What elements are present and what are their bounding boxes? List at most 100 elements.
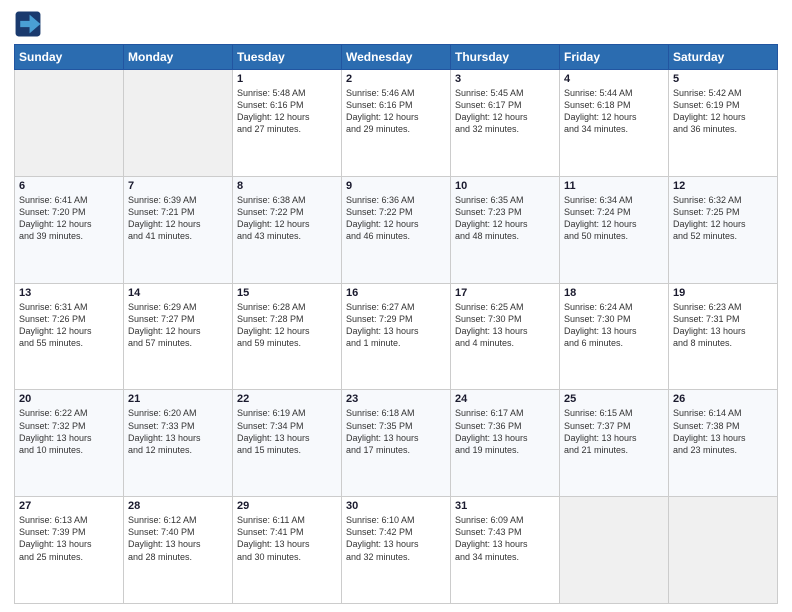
calendar-cell: 2 Sunrise: 5:46 AM Sunset: 6:16 PM Daylig… [342,70,451,177]
day-number: 25 [564,393,664,405]
calendar-header-row: SundayMondayTuesdayWednesdayThursdayFrid… [15,45,778,70]
cell-info: Sunrise: 6:36 AM Sunset: 7:22 PM Dayligh… [346,194,446,243]
day-number: 18 [564,287,664,299]
calendar-cell: 31 Sunrise: 6:09 AM Sunset: 7:43 PM Dayli… [451,497,560,604]
cell-info: Sunrise: 6:41 AM Sunset: 7:20 PM Dayligh… [19,194,119,243]
calendar-cell: 13 Sunrise: 6:31 AM Sunset: 7:26 PM Dayli… [15,283,124,390]
calendar-week-row: 1 Sunrise: 5:48 AM Sunset: 6:16 PM Daylig… [15,70,778,177]
day-number: 1 [237,73,337,85]
day-number: 31 [455,500,555,512]
cell-info: Sunrise: 6:23 AM Sunset: 7:31 PM Dayligh… [673,301,773,350]
cell-info: Sunrise: 6:15 AM Sunset: 7:37 PM Dayligh… [564,407,664,456]
cell-info: Sunrise: 5:48 AM Sunset: 6:16 PM Dayligh… [237,87,337,136]
calendar-cell: 23Sunrise: 6:18 AM Sunset: 7:35 PM Dayli… [342,390,451,497]
day-number: 19 [673,287,773,299]
calendar-week-row: 27 Sunrise: 6:13 AM Sunset: 7:39 PM Dayli… [15,497,778,604]
calendar-cell: 24 Sunrise: 6:17 AM Sunset: 7:36 PM Dayli… [451,390,560,497]
calendar-table: SundayMondayTuesdayWednesdayThursdayFrid… [14,44,778,604]
calendar-cell: 27 Sunrise: 6:13 AM Sunset: 7:39 PM Dayli… [15,497,124,604]
calendar-header-saturday: Saturday [669,45,778,70]
cell-info: Sunrise: 6:28 AM Sunset: 7:28 PM Dayligh… [237,301,337,350]
cell-info: Sunrise: 5:42 AM Sunset: 6:19 PM Dayligh… [673,87,773,136]
cell-info: Sunrise: 6:35 AM Sunset: 7:23 PM Dayligh… [455,194,555,243]
day-number: 28 [128,500,228,512]
day-number: 8 [237,180,337,192]
calendar-cell: 28Sunrise: 6:12 AM Sunset: 7:40 PM Dayli… [124,497,233,604]
day-number: 7 [128,180,228,192]
cell-info: Sunrise: 6:22 AM Sunset: 7:32 PM Dayligh… [19,407,119,456]
calendar-cell: 14 Sunrise: 6:29 AM Sunset: 7:27 PM Dayli… [124,283,233,390]
calendar-cell: 25 Sunrise: 6:15 AM Sunset: 7:37 PM Dayli… [560,390,669,497]
day-number: 29 [237,500,337,512]
cell-info: Sunrise: 5:44 AM Sunset: 6:18 PM Dayligh… [564,87,664,136]
day-number: 9 [346,180,446,192]
calendar-cell: 3 Sunrise: 5:45 AM Sunset: 6:17 PM Daylig… [451,70,560,177]
cell-info: Sunrise: 6:24 AM Sunset: 7:30 PM Dayligh… [564,301,664,350]
calendar-cell [15,70,124,177]
calendar-cell: 8 Sunrise: 6:38 AM Sunset: 7:22 PM Daylig… [233,176,342,283]
calendar-cell: 29 Sunrise: 6:11 AM Sunset: 7:41 PM Dayli… [233,497,342,604]
cell-info: Sunrise: 6:09 AM Sunset: 7:43 PM Dayligh… [455,514,555,563]
calendar-cell: 26Sunrise: 6:14 AM Sunset: 7:38 PM Dayli… [669,390,778,497]
calendar-cell: 17 Sunrise: 6:25 AM Sunset: 7:30 PM Dayli… [451,283,560,390]
calendar-week-row: 20 Sunrise: 6:22 AM Sunset: 7:32 PM Dayli… [15,390,778,497]
calendar-cell: 16 Sunrise: 6:27 AM Sunset: 7:29 PM Dayli… [342,283,451,390]
cell-info: Sunrise: 6:19 AM Sunset: 7:34 PM Dayligh… [237,407,337,456]
calendar-cell [124,70,233,177]
cell-info: Sunrise: 6:20 AM Sunset: 7:33 PM Dayligh… [128,407,228,456]
day-number: 20 [19,393,119,405]
day-number: 3 [455,73,555,85]
page: SundayMondayTuesdayWednesdayThursdayFrid… [0,0,792,612]
day-number: 5 [673,73,773,85]
cell-info: Sunrise: 5:45 AM Sunset: 6:17 PM Dayligh… [455,87,555,136]
cell-info: Sunrise: 6:39 AM Sunset: 7:21 PM Dayligh… [128,194,228,243]
cell-info: Sunrise: 6:29 AM Sunset: 7:27 PM Dayligh… [128,301,228,350]
logo [14,10,46,38]
calendar-header-tuesday: Tuesday [233,45,342,70]
cell-info: Sunrise: 6:34 AM Sunset: 7:24 PM Dayligh… [564,194,664,243]
day-number: 13 [19,287,119,299]
day-number: 24 [455,393,555,405]
day-number: 30 [346,500,446,512]
calendar-header-monday: Monday [124,45,233,70]
calendar-cell: 1 Sunrise: 5:48 AM Sunset: 6:16 PM Daylig… [233,70,342,177]
header [14,10,778,38]
cell-info: Sunrise: 6:17 AM Sunset: 7:36 PM Dayligh… [455,407,555,456]
calendar-cell [669,497,778,604]
day-number: 4 [564,73,664,85]
day-number: 27 [19,500,119,512]
calendar-cell: 30 Sunrise: 6:10 AM Sunset: 7:42 PM Dayli… [342,497,451,604]
calendar-header-wednesday: Wednesday [342,45,451,70]
calendar-cell: 6Sunrise: 6:41 AM Sunset: 7:20 PM Daylig… [15,176,124,283]
cell-info: Sunrise: 6:32 AM Sunset: 7:25 PM Dayligh… [673,194,773,243]
calendar-cell: 22 Sunrise: 6:19 AM Sunset: 7:34 PM Dayli… [233,390,342,497]
day-number: 16 [346,287,446,299]
cell-info: Sunrise: 5:46 AM Sunset: 6:16 PM Dayligh… [346,87,446,136]
day-number: 12 [673,180,773,192]
calendar-cell: 11 Sunrise: 6:34 AM Sunset: 7:24 PM Dayli… [560,176,669,283]
calendar-cell: 15 Sunrise: 6:28 AM Sunset: 7:28 PM Dayli… [233,283,342,390]
cell-info: Sunrise: 6:11 AM Sunset: 7:41 PM Dayligh… [237,514,337,563]
day-number: 11 [564,180,664,192]
cell-info: Sunrise: 6:25 AM Sunset: 7:30 PM Dayligh… [455,301,555,350]
day-number: 26 [673,393,773,405]
logo-icon [14,10,42,38]
calendar-week-row: 13 Sunrise: 6:31 AM Sunset: 7:26 PM Dayli… [15,283,778,390]
calendar-cell: 21 Sunrise: 6:20 AM Sunset: 7:33 PM Dayli… [124,390,233,497]
cell-info: Sunrise: 6:38 AM Sunset: 7:22 PM Dayligh… [237,194,337,243]
cell-info: Sunrise: 6:27 AM Sunset: 7:29 PM Dayligh… [346,301,446,350]
calendar-cell: 10 Sunrise: 6:35 AM Sunset: 7:23 PM Dayli… [451,176,560,283]
day-number: 2 [346,73,446,85]
cell-info: Sunrise: 6:13 AM Sunset: 7:39 PM Dayligh… [19,514,119,563]
day-number: 17 [455,287,555,299]
calendar-cell: 12 Sunrise: 6:32 AM Sunset: 7:25 PM Dayli… [669,176,778,283]
calendar-header-sunday: Sunday [15,45,124,70]
cell-info: Sunrise: 6:10 AM Sunset: 7:42 PM Dayligh… [346,514,446,563]
calendar-cell: 18 Sunrise: 6:24 AM Sunset: 7:30 PM Dayli… [560,283,669,390]
day-number: 15 [237,287,337,299]
day-number: 21 [128,393,228,405]
cell-info: Sunrise: 6:31 AM Sunset: 7:26 PM Dayligh… [19,301,119,350]
day-number: 10 [455,180,555,192]
day-number: 14 [128,287,228,299]
day-number: 22 [237,393,337,405]
